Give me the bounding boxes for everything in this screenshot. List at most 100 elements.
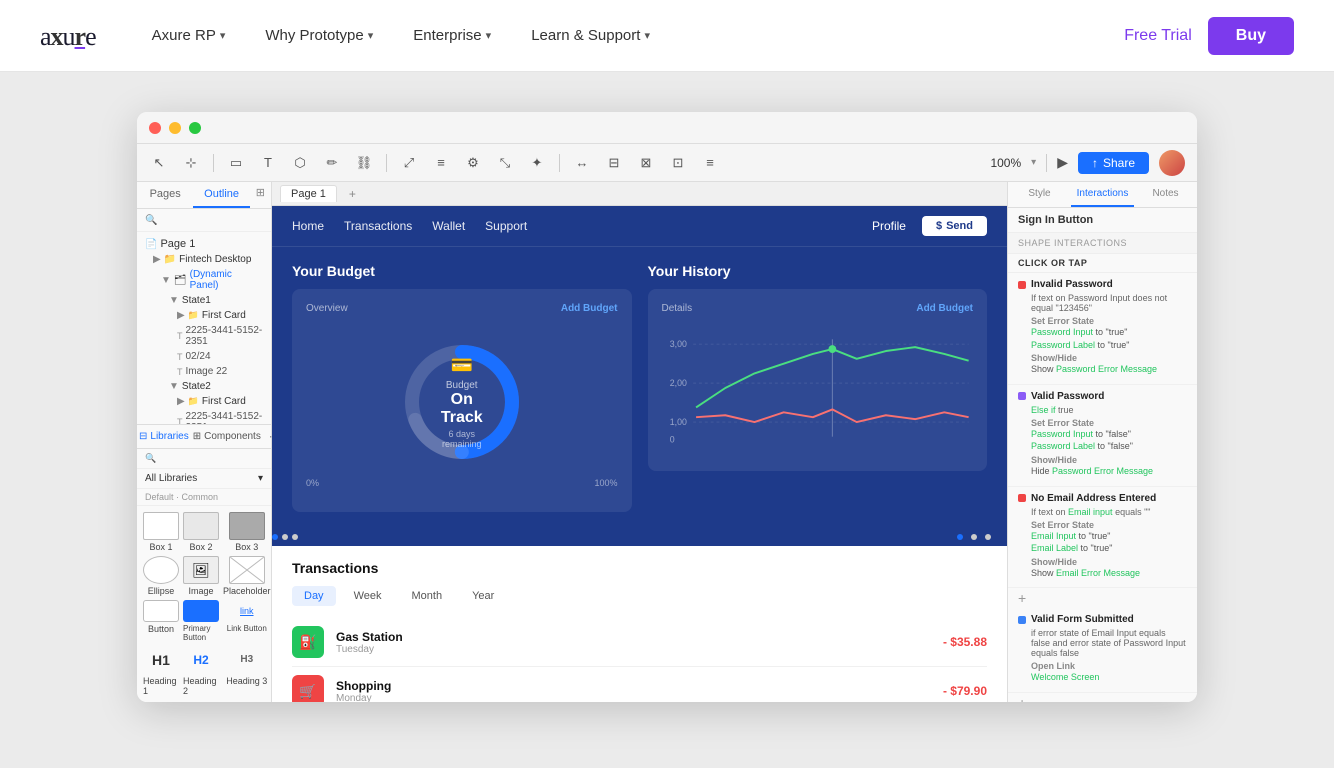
gas-icon: ⛽ [292, 626, 324, 658]
proto-nav-wallet[interactable]: Wallet [432, 219, 465, 233]
free-trial-link[interactable]: Free Trial [1124, 27, 1192, 45]
nav-link-learn-support[interactable]: Learn & Support ▾ [515, 19, 666, 52]
close-dot[interactable] [149, 122, 161, 134]
add-action-button-2[interactable]: + [1008, 693, 1197, 702]
lib-dropdown[interactable]: All Libraries ▾ [137, 469, 271, 489]
tree-item-img1[interactable]: T Image 22 [137, 364, 271, 379]
minimize-dot[interactable] [169, 122, 181, 134]
rp-tab-notes[interactable]: Notes [1134, 182, 1197, 207]
comp-ellipse[interactable]: Ellipse [143, 556, 179, 596]
budget-card: Overview Add Budget [292, 289, 632, 512]
int-action-group-4a: Open Link Welcome Screen [1031, 661, 1187, 684]
filter-tool[interactable]: ⚙ [463, 153, 483, 173]
canvas-tab-page1[interactable]: Page 1 [280, 185, 337, 202]
chevron-icon: ▾ [368, 29, 374, 42]
lib-search-input[interactable] [160, 453, 263, 464]
comp-placeholder[interactable]: Placeholder [223, 556, 271, 596]
tx-tab-month[interactable]: Month [399, 586, 454, 606]
expand-tool[interactable]: ⤢ [399, 153, 419, 173]
rp-tab-interactions[interactable]: Interactions [1071, 182, 1134, 207]
int-action-title-2b: Show/Hide [1031, 455, 1187, 465]
settings-tool[interactable]: ✦ [527, 153, 547, 173]
comp-primary-button[interactable]: Primary Button [183, 600, 219, 642]
search-icon: 🔍 [145, 215, 157, 226]
align-horiz[interactable]: ⊡ [668, 153, 688, 173]
sidebar-search-input[interactable] [161, 214, 263, 226]
tree-item-date1[interactable]: T 02/24 [137, 349, 271, 364]
add-budget2-link[interactable]: Add Budget [916, 303, 973, 314]
proto-nav-transactions[interactable]: Transactions [344, 219, 412, 233]
comp-box3[interactable]: Box 3 [223, 512, 271, 552]
tree-item-firstcard1[interactable]: ▶ 📁 First Card [137, 308, 271, 323]
int-action-line-1a1: Password Input to "true" [1031, 326, 1187, 339]
int-title-4: Valid Form Submitted [1018, 614, 1187, 625]
tab-outline[interactable]: Outline [193, 182, 249, 208]
comp-button[interactable]: Button [143, 600, 179, 642]
select-tool[interactable]: ↖ [149, 153, 169, 173]
tree-item-cardnum1[interactable]: T 2225-3441-5152-2351 [137, 323, 271, 349]
add-action-button[interactable]: + [1008, 588, 1197, 608]
add-page-tab[interactable]: + [349, 187, 356, 201]
tree-item-firstcard2[interactable]: ▶ 📁 First Card [137, 394, 271, 409]
history-card-header: Details Add Budget [662, 303, 974, 314]
comp-h2[interactable]: H2 Heading 2 [183, 646, 219, 696]
zoom-selector[interactable]: 100% [990, 156, 1021, 170]
share-icon: ↑ [1092, 156, 1098, 170]
rectangle-tool[interactable]: ▭ [226, 153, 246, 173]
comp-box1[interactable]: Box 1 [143, 512, 179, 552]
rp-tab-style[interactable]: Style [1008, 182, 1071, 207]
folder-small-icon: 📁 [188, 310, 199, 321]
folder-icon: ▶ [153, 254, 161, 265]
share-button[interactable]: ↑ Share [1078, 152, 1149, 174]
tree-item-fintech[interactable]: ▶ 📁 Fintech Desktop [137, 252, 271, 267]
buy-button[interactable]: Buy [1208, 17, 1294, 55]
nav-link-enterprise[interactable]: Enterprise ▾ [397, 19, 507, 52]
user-avatar[interactable] [1159, 150, 1185, 176]
distribute[interactable]: ≡ [700, 153, 720, 173]
align-center[interactable]: ⊟ [604, 153, 624, 173]
int-action-line-3a2: Email Label to "true" [1031, 542, 1187, 555]
proto-nav-right: Profile $ Send [872, 216, 987, 236]
proto-send-button[interactable]: $ Send [922, 216, 987, 236]
tree-item-cardnum2[interactable]: T 2225-3441-5152-2351 [137, 409, 271, 424]
tree-item-state1[interactable]: ▼ State1 [137, 293, 271, 308]
comp-link-button[interactable]: link Link Button [223, 600, 271, 642]
nav-link-why-prototype[interactable]: Why Prototype ▾ [249, 19, 389, 52]
spacing-tool[interactable]: ↔ [572, 153, 592, 173]
canvas-area: Page 1 + Home Transactions Wallet Suppor… [272, 182, 1007, 702]
proto-nav-support[interactable]: Support [485, 219, 527, 233]
tx-tab-day[interactable]: Day [292, 586, 336, 606]
proto-nav-home[interactable]: Home [292, 219, 324, 233]
tree-item-dynamic-panel[interactable]: ▼ 🗂 (Dynamic Panel) [137, 267, 271, 293]
comp-box2[interactable]: Box 2 [183, 512, 219, 552]
align-vert[interactable]: ⊠ [636, 153, 656, 173]
shape-tool[interactable]: ⬡ [290, 153, 310, 173]
comp-h3[interactable]: H3 Heading 3 [223, 646, 271, 696]
tx-tab-week[interactable]: Week [342, 586, 394, 606]
placeholder-shape [229, 556, 265, 584]
fullscreen-tool[interactable]: ⤡ [495, 153, 515, 173]
canvas-content[interactable]: Home Transactions Wallet Support Profile… [272, 206, 1007, 702]
pen-tool[interactable]: ✏ [322, 153, 342, 173]
play-button[interactable]: ▶ [1057, 154, 1068, 171]
filter-icon[interactable]: ⊞ [250, 182, 271, 208]
tab-libraries[interactable]: ⊟ Libraries [137, 425, 191, 448]
comp-h1[interactable]: H1 Heading 1 [143, 646, 179, 696]
comp-image[interactable]: 🖼 Image [183, 556, 219, 596]
tree-item-page1[interactable]: 📄 Page 1 [137, 236, 271, 252]
chart-tool[interactable]: ≡ [431, 153, 451, 173]
tree-item-state2[interactable]: ▼ State2 [137, 379, 271, 394]
crop-tool[interactable]: ⊹ [181, 153, 201, 173]
add-budget-link[interactable]: Add Budget [561, 303, 618, 314]
int-cond-3: If text on Email input equals "" [1031, 507, 1187, 517]
tab-pages[interactable]: Pages [137, 182, 193, 208]
tab-components[interactable]: ⊞ Components [191, 425, 263, 448]
tx-tab-year[interactable]: Year [460, 586, 506, 606]
text-tool[interactable]: T [258, 153, 278, 173]
proto-profile[interactable]: Profile [872, 219, 906, 233]
link-tool[interactable]: ⛓ [354, 153, 374, 173]
maximize-dot[interactable] [189, 122, 201, 134]
nav-link-axure-rp[interactable]: Axure RP ▾ [136, 19, 242, 52]
int-cond-1: If text on Password Input does not equal… [1031, 293, 1187, 313]
dot-5 [971, 534, 977, 540]
